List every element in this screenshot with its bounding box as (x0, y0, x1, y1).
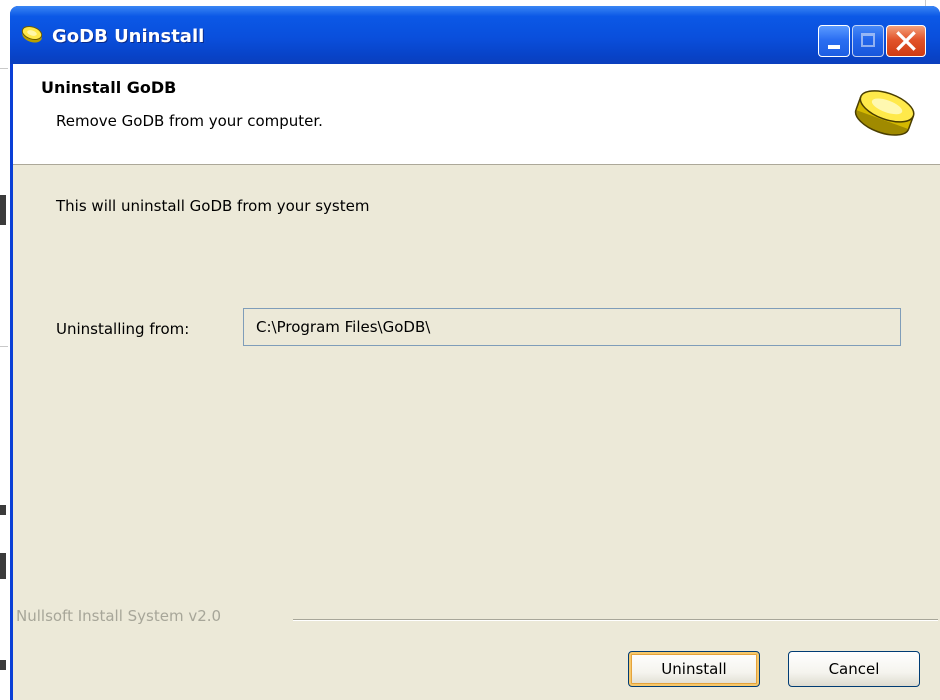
nsis-branding: Nullsoft Install System v2.0 (16, 607, 226, 625)
background-window-edge (0, 68, 8, 69)
branding-divider (293, 619, 938, 621)
title-bar[interactable]: GoDB Uninstall (10, 6, 940, 64)
close-button[interactable] (886, 25, 926, 57)
window-title: GoDB Uninstall (52, 26, 205, 47)
uninstall-message: This will uninstall GoDB from your syste… (56, 197, 370, 215)
background-window-edge (0, 660, 6, 670)
uninstall-window: GoDB Uninstall Uninstall GoDB Remove GoD… (10, 6, 940, 700)
minimize-button[interactable] (818, 25, 850, 57)
uninstall-path-field[interactable]: C:\Program Files\GoDB\ (243, 308, 901, 346)
cancel-button[interactable]: Cancel (788, 651, 920, 687)
background-window-edge (0, 505, 6, 515)
path-label: Uninstalling from: (56, 320, 190, 338)
header-subtitle: Remove GoDB from your computer. (56, 112, 323, 130)
minimize-icon (828, 45, 840, 49)
header-title: Uninstall GoDB (41, 78, 177, 97)
maximize-icon (861, 33, 875, 47)
godb-disk-icon (21, 26, 43, 43)
uninstall-button[interactable]: Uninstall (628, 651, 760, 687)
desktop-background: GoDB Uninstall Uninstall GoDB Remove GoD… (0, 0, 940, 700)
godb-disk-icon (854, 90, 915, 136)
close-icon (896, 31, 916, 51)
background-window-edge (0, 346, 8, 347)
dialog-client-area: Uninstall GoDB Remove GoDB from your com… (13, 64, 940, 700)
background-window-edge (0, 195, 6, 225)
header-panel: Uninstall GoDB Remove GoDB from your com… (13, 64, 940, 165)
background-window-edge (0, 553, 6, 579)
maximize-button[interactable] (852, 25, 884, 57)
